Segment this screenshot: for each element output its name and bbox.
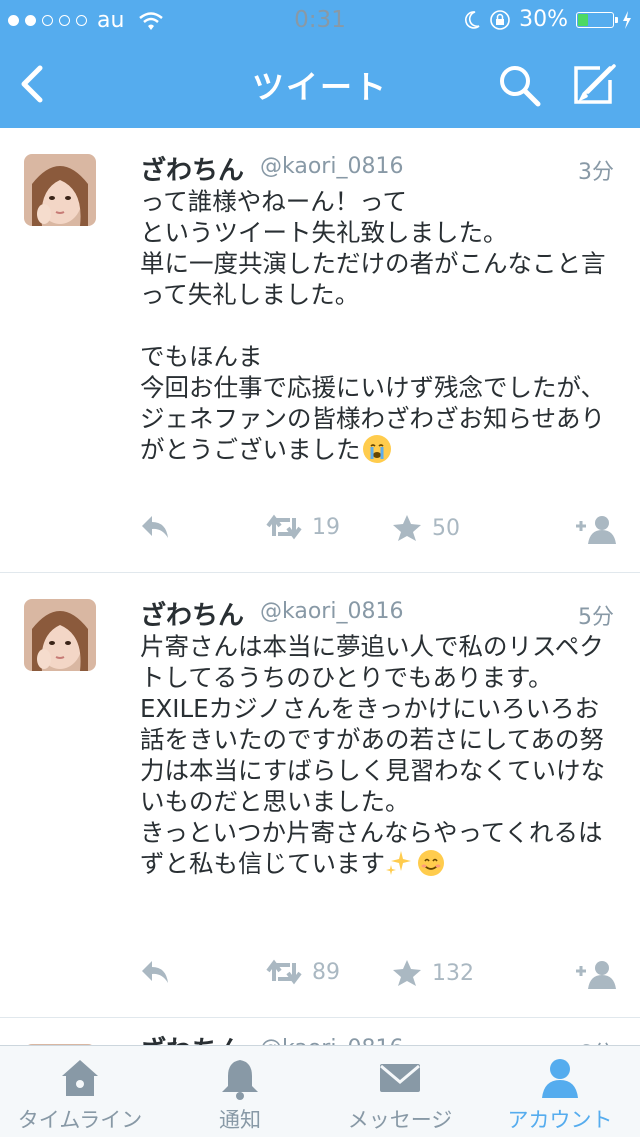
tweet-actions: 89 132: [140, 959, 620, 995]
tweet[interactable]: ざわちん @kaori_0816 3分 って誰様やねーん！って というツイート失…: [0, 128, 640, 573]
status-bar: au 0:31 30%: [0, 0, 640, 40]
tab-notifications[interactable]: 通知: [160, 1046, 320, 1137]
favorite-button[interactable]: 50: [392, 514, 460, 542]
follow-button[interactable]: [574, 514, 618, 544]
retweet-icon: [266, 959, 302, 985]
tweet[interactable]: ざわちん @kaori_0816 5分 片寄さんは本当に夢追い人で私のリスペクト…: [0, 573, 640, 1018]
smiling-face-emoji: [417, 849, 445, 877]
favorite-button[interactable]: 132: [392, 959, 474, 987]
battery-icon: [576, 11, 618, 28]
envelope-icon: [380, 1064, 420, 1092]
tweet-author-name[interactable]: ざわちん: [140, 595, 244, 632]
reply-icon: [142, 516, 168, 538]
status-right: 30%: [463, 7, 632, 32]
battery-percent: 30%: [519, 7, 568, 32]
follow-user-icon: [576, 516, 616, 544]
tweet-timestamp: 3分: [578, 160, 614, 185]
search-icon[interactable]: [496, 62, 542, 108]
tab-label: 通知: [219, 1108, 261, 1132]
tab-timeline[interactable]: タイムライン: [0, 1046, 160, 1137]
compose-icon[interactable]: [570, 62, 618, 108]
star-icon: [393, 515, 421, 541]
tweet-author-handle[interactable]: @kaori_0816: [260, 154, 403, 179]
avatar[interactable]: [24, 599, 96, 671]
retweet-count: 19: [312, 514, 340, 540]
tweet-author-handle[interactable]: @kaori_0816: [260, 599, 403, 624]
tweet-actions: 19 50: [140, 514, 620, 550]
top-bar: au 0:31 30% ツイート: [0, 0, 640, 128]
favorite-count: 132: [432, 960, 474, 986]
tweet-body: って誰様やねーん！って というツイート失礼致しました。 単に一度共演しただけの者…: [140, 187, 606, 464]
tab-account[interactable]: アカウント: [480, 1046, 640, 1137]
avatar[interactable]: [24, 154, 96, 226]
sparkles-emoji: [385, 849, 413, 877]
tab-label: メッセージ: [347, 1108, 453, 1132]
follow-user-icon: [576, 961, 616, 989]
crying-face-emoji: [362, 435, 391, 463]
battery-fill: [578, 13, 588, 26]
tweet-author-name[interactable]: ざわちん: [140, 150, 244, 187]
tweet-text: 片寄さんは本当に夢追い人で私のリスペクトしてるうちのひとりでもあります。 EXI…: [140, 631, 620, 879]
rotation-lock-icon: [490, 9, 510, 30]
tweet-text: って誰様やねーん！って というツイート失礼致しました。 単に一度共演しただけの者…: [140, 186, 620, 465]
tab-label: アカウント: [507, 1108, 613, 1132]
favorite-count: 50: [432, 515, 460, 541]
person-icon: [542, 1059, 578, 1098]
retweet-count: 89: [312, 959, 340, 985]
tweet-timestamp: 5分: [578, 605, 614, 630]
charging-icon: [623, 10, 631, 29]
page-title: ツイート: [251, 68, 388, 106]
retweet-button[interactable]: 19: [266, 514, 340, 540]
tweet-body: 片寄さんは本当に夢追い人で私のリスペクトしてるうちのひとりでもあります。 EXI…: [140, 632, 606, 878]
star-icon: [393, 960, 421, 986]
reply-button[interactable]: [140, 959, 170, 985]
tab-label: タイムライン: [17, 1108, 143, 1132]
tab-messages[interactable]: メッセージ: [320, 1046, 480, 1137]
reply-button[interactable]: [140, 514, 170, 540]
bell-icon: [222, 1060, 258, 1100]
retweet-icon: [266, 514, 302, 540]
reply-icon: [142, 961, 168, 983]
follow-button[interactable]: [574, 959, 618, 989]
retweet-button[interactable]: 89: [266, 959, 340, 985]
tab-bar: タイムライン 通知 メッセージ アカウント: [0, 1045, 640, 1137]
moon-icon: [465, 10, 480, 29]
home-icon: [62, 1060, 98, 1096]
